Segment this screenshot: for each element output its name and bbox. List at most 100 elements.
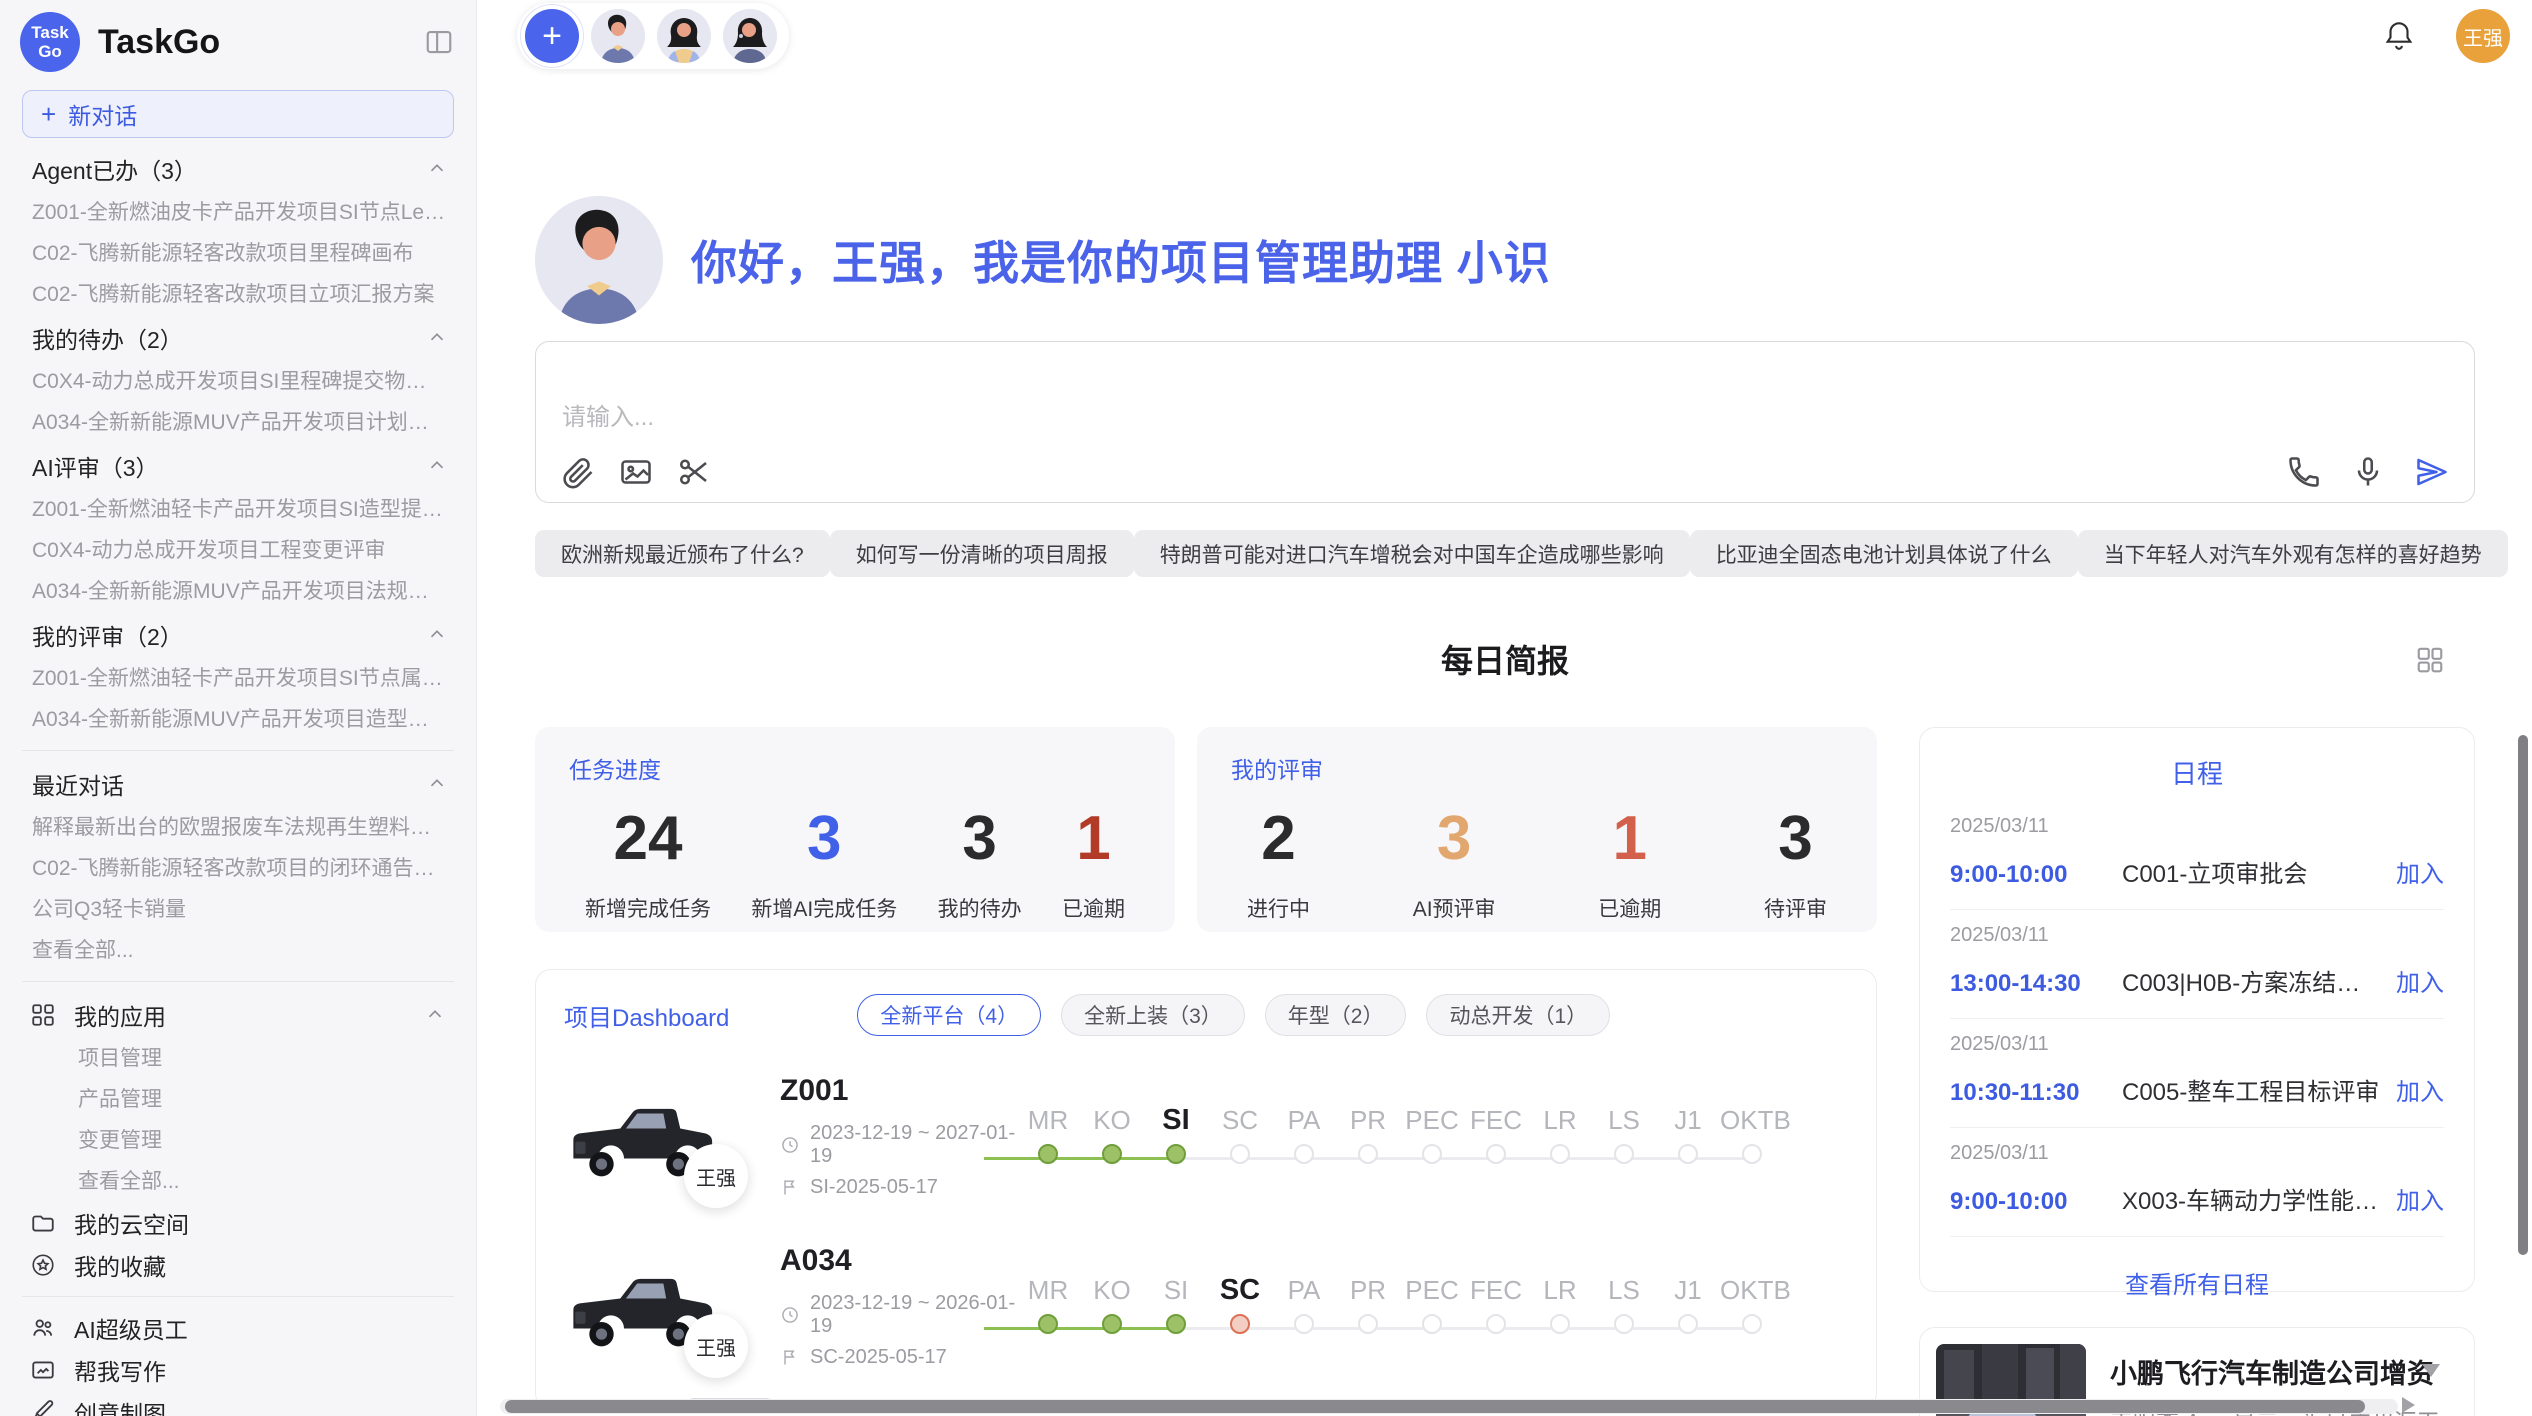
sidebar-item[interactable]: A034-全新新能源MUV产品开发项目计划变更表编写: [20, 402, 456, 443]
sidebar-item-product-mgmt[interactable]: 产品管理: [20, 1079, 456, 1120]
sidebar-item[interactable]: C0X4-动力总成开发项目工程变更评审: [20, 530, 456, 571]
image-upload-icon[interactable]: [618, 454, 654, 490]
scissors-icon[interactable]: [676, 454, 712, 490]
schedule-time: 9:00-10:00: [1950, 861, 2122, 889]
new-chat-label: 新对话: [68, 97, 137, 131]
microphone-icon[interactable]: [2350, 454, 2386, 490]
sidebar-item-help-me-write[interactable]: 帮我写作: [20, 1349, 456, 1391]
sidebar-item-my-apps[interactable]: 我的应用: [20, 992, 456, 1038]
section-header-my-todo[interactable]: 我的待办（2）: [20, 315, 456, 361]
sidebar-item[interactable]: A034-全新新能源MUV产品开发项目法规符合性评审: [20, 571, 456, 612]
collapse-sidebar-icon[interactable]: [422, 25, 456, 59]
milestone-label: MR: [1016, 1269, 1080, 1311]
sidebar-item-cloud-space[interactable]: 我的云空间: [20, 1202, 456, 1244]
sidebar-item[interactable]: A034-全新新能源MUV产品开发项目造型可行性评审: [20, 699, 456, 740]
sidebar-item[interactable]: Z001-全新燃油轻卡产品开发项目SI造型提交物评审: [20, 489, 456, 530]
join-meeting-link[interactable]: 加入: [2396, 1181, 2444, 1216]
milestone-label: PEC: [1400, 1269, 1464, 1311]
section-header-agent-done[interactable]: Agent已办（3）: [20, 146, 456, 192]
milestone-label: J1: [1656, 1269, 1720, 1311]
section-header-my-review[interactable]: 我的评审（2）: [20, 612, 456, 658]
sidebar-item[interactable]: Z001-全新燃油轻卡产品开发项目SI节点属性5D文件评审: [20, 658, 456, 699]
dashboard-header: 项目Dashboard 全新平台（4） 全新上装（3） 年型（2） 动总开发（1…: [564, 994, 1848, 1036]
phone-call-icon[interactable]: [2286, 454, 2322, 490]
section-header-ai-review[interactable]: AI评审（3）: [20, 443, 456, 489]
layout-grid-icon[interactable]: [2415, 645, 2445, 675]
milestone-date-text: SI-2025-05-17: [810, 1176, 938, 1199]
join-meeting-link[interactable]: 加入: [2396, 1072, 2444, 1107]
sidebar-item-ai-super-staff[interactable]: AI超级员工: [20, 1307, 456, 1349]
sidebar-item[interactable]: 公司Q3轻卡销量: [20, 889, 456, 930]
schedule-time: 10:30-11:30: [1950, 1079, 2122, 1107]
scroll-right-arrow-icon[interactable]: [2402, 1397, 2415, 1413]
milestone-dot: [1422, 1314, 1442, 1334]
horizontal-scrollbar-track[interactable]: [500, 1399, 2398, 1414]
tab-model-year[interactable]: 年型（2）: [1265, 994, 1407, 1036]
schedule-event-title: C005-整车工程目标评审: [2122, 1072, 2384, 1107]
milestone-label: KO: [1080, 1269, 1144, 1311]
milestone-label: SI: [1144, 1269, 1208, 1311]
schedule-item: 2025/03/11 10:30-11:30 C005-整车工程目标评审 加入: [1950, 1019, 2444, 1128]
schedule-event-title: X003-车辆动力学性能验...: [2122, 1181, 2384, 1216]
sidebar-item-view-all-apps[interactable]: 查看全部...: [20, 1161, 456, 1202]
sidebar-item-creative-drawing[interactable]: 创意制图: [20, 1391, 456, 1416]
stat-label: 已逾期: [1062, 893, 1125, 923]
schedule-time: 9:00-10:00: [1950, 1188, 2122, 1216]
milestone-dot: [1550, 1314, 1570, 1334]
suggestion-chip[interactable]: 当下年轻人对汽车外观有怎样的喜好趋势: [2078, 530, 2508, 577]
sidebar-item-change-mgmt[interactable]: 变更管理: [20, 1120, 456, 1161]
divider: [22, 981, 454, 982]
join-meeting-link[interactable]: 加入: [2396, 854, 2444, 889]
schedule-title: 日程: [1950, 754, 2444, 791]
sidebar-item[interactable]: C0X4-动力总成开发项目SI里程碑提交物检查: [20, 361, 456, 402]
message-input[interactable]: [562, 397, 1725, 445]
milestone-label: FEC: [1464, 1269, 1528, 1311]
project-milestone-date: SC-2025-05-17: [780, 1346, 1016, 1369]
suggestion-chip[interactable]: 特朗普可能对进口汽车增税会对中国车企造成哪些影响: [1134, 530, 1690, 577]
news-title: 小鹏飞行汽车制造公司增资: [2110, 1352, 2458, 1391]
project-row-z001[interactable]: 王强 Z001 2023-12-19 ~ 2027-01-19 SI-2025-…: [564, 1066, 1848, 1206]
tab-new-body[interactable]: 全新上装（3）: [1061, 994, 1245, 1036]
milestone-node-current: SC: [1208, 1269, 1272, 1344]
milestone-node: SC: [1208, 1099, 1272, 1174]
milestone-chain: MR KO SI SC PA PR PEC FEC LR LS J1 OKTB: [1016, 1269, 1848, 1344]
sidebar-item-view-all-chats[interactable]: 查看全部...: [20, 930, 456, 971]
horizontal-scrollbar-thumb[interactable]: [505, 1400, 2365, 1413]
stat-label: 新增完成任务: [585, 893, 711, 923]
suggestion-chip[interactable]: 如何写一份清晰的项目周报: [830, 530, 1134, 577]
attachment-icon[interactable]: [560, 454, 596, 490]
main-area: + 王强 你好，王强，我是你的项目管理助理: [477, 0, 2532, 1416]
stat-value: 2: [1247, 803, 1310, 875]
view-all-schedules-link[interactable]: 查看所有日程: [1950, 1265, 2444, 1300]
new-chat-button[interactable]: + 新对话: [22, 90, 454, 138]
suggestion-chip[interactable]: 比亚迪全固态电池计划具体说了什么: [1690, 530, 2078, 577]
sidebar-item-favorites[interactable]: 我的收藏: [20, 1244, 456, 1286]
project-row-a034[interactable]: 王强 A034 2023-12-19 ~ 2026-01-19 SC-2025-…: [564, 1236, 1848, 1376]
scroll-down-arrow-icon[interactable]: [2422, 1364, 2440, 1377]
stat-label: 待评审: [1764, 893, 1827, 923]
chevron-up-icon: [424, 1004, 446, 1026]
suggestion-chip[interactable]: 欧洲新规最近颁布了什么?: [535, 530, 830, 577]
sidebar-item[interactable]: 解释最新出台的欧盟报废车法规再生塑料比例被调至15%...: [20, 807, 456, 848]
tab-new-platform[interactable]: 全新平台（4）: [857, 994, 1041, 1036]
sidebar-item[interactable]: C02-飞腾新能源轻客改款项目立项汇报方案: [20, 274, 456, 315]
user-avatar[interactable]: 王强: [2456, 9, 2510, 63]
notification-bell-icon[interactable]: [2382, 19, 2416, 53]
section-title: 我的待办（2）: [32, 321, 183, 355]
vertical-scrollbar-thumb[interactable]: [2518, 735, 2528, 1255]
sidebar-item[interactable]: C02-飞腾新能源轻客改款项目里程碑画布: [20, 233, 456, 274]
join-meeting-link[interactable]: 加入: [2396, 963, 2444, 998]
agent-avatar-2[interactable]: [657, 9, 711, 63]
tab-powertrain[interactable]: 动总开发（1）: [1426, 994, 1610, 1036]
send-icon[interactable]: [2414, 454, 2450, 490]
agent-avatar-1[interactable]: [591, 9, 645, 63]
sidebar-item[interactable]: Z001-全新燃油皮卡产品开发项目SI节点Lesson Learn报告: [20, 192, 456, 233]
section-header-recent-chats[interactable]: 最近对话: [20, 761, 456, 807]
sidebar-item[interactable]: C02-飞腾新能源轻客改款项目的闭环通告反馈情况: [20, 848, 456, 889]
agent-avatar-3[interactable]: [723, 9, 777, 63]
sidebar-item-project-mgmt[interactable]: 项目管理: [20, 1038, 456, 1079]
add-agent-button[interactable]: +: [525, 9, 579, 63]
milestone-node: MR: [1016, 1269, 1080, 1344]
daterange-text: 2023-12-19 ~ 2027-01-19: [810, 1122, 1016, 1168]
stat-review-overdue: 1 已逾期: [1598, 803, 1661, 923]
